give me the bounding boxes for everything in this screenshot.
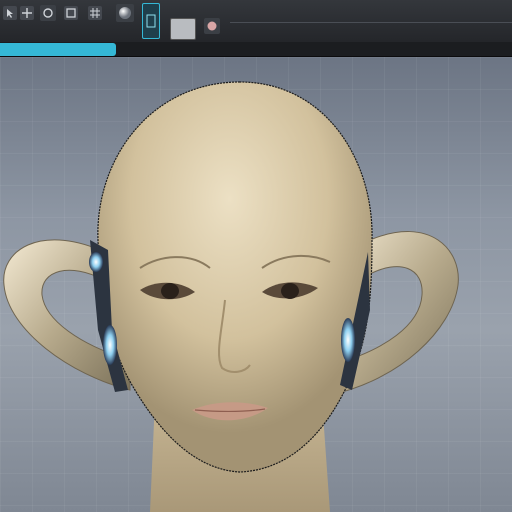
right-ear-light xyxy=(341,318,355,362)
light-icon[interactable] xyxy=(204,18,220,34)
move-icon[interactable] xyxy=(20,6,34,20)
render-icon[interactable] xyxy=(142,3,160,39)
left-ear-light xyxy=(103,325,117,365)
rotate-icon[interactable] xyxy=(40,5,56,21)
3d-viewport[interactable] xyxy=(0,57,512,512)
head-model[interactable] xyxy=(0,57,512,512)
tab-viewport[interactable] xyxy=(0,43,116,56)
toolbar-divider xyxy=(230,22,512,23)
right-iris xyxy=(281,283,299,299)
select-icon[interactable] xyxy=(3,6,17,20)
material-swatch-icon[interactable] xyxy=(170,18,196,40)
left-iris xyxy=(161,283,179,299)
scale-icon[interactable] xyxy=(64,6,78,20)
main-toolbar xyxy=(0,0,512,54)
sphere-icon[interactable] xyxy=(116,4,134,22)
left-ear-light-upper xyxy=(89,252,103,272)
grid-icon[interactable] xyxy=(88,6,102,20)
